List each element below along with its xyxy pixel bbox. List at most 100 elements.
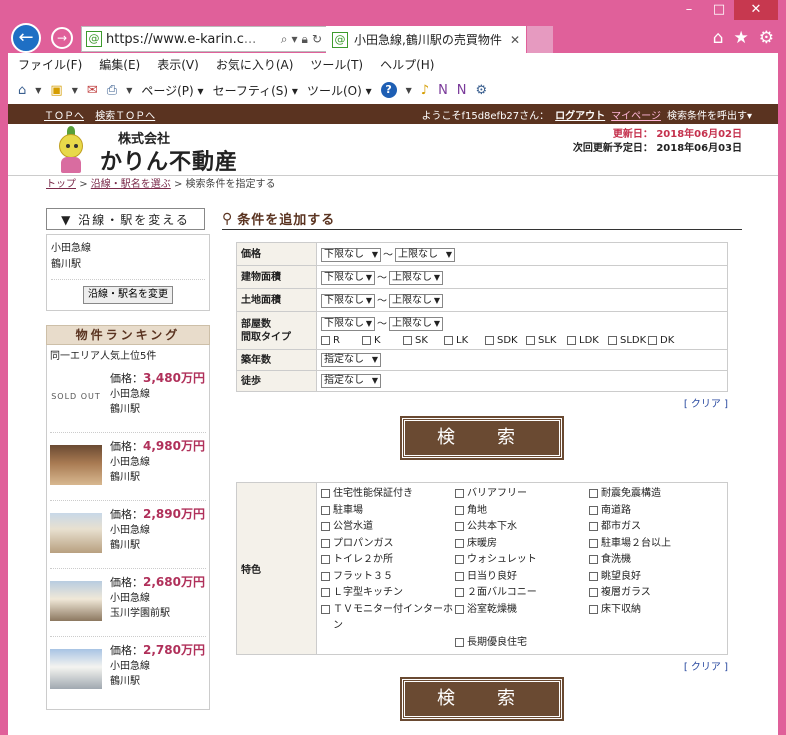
checkbox[interactable] <box>455 604 464 614</box>
menu-view[interactable]: 表示(V) <box>157 56 199 73</box>
dropdown-icon[interactable]: ▾ <box>292 32 298 46</box>
checkbox[interactable] <box>589 555 598 564</box>
property-price[interactable]: 2,890万円 <box>143 507 205 521</box>
checkbox[interactable] <box>321 336 330 345</box>
price-min-select[interactable]: 下限なし ▼ <box>321 248 381 262</box>
checkbox[interactable] <box>321 555 330 564</box>
layout-sldk[interactable]: SLDK <box>608 335 648 346</box>
property-thumbnail[interactable] <box>50 445 102 485</box>
ranking-item[interactable]: 価格：4,980万円 小田急線 鶴川駅 <box>50 433 206 501</box>
property-thumbnail[interactable] <box>50 581 102 621</box>
feature-option[interactable]: フラット３５ <box>321 569 455 586</box>
layout-r[interactable]: R <box>321 335 362 346</box>
company-name[interactable]: かりん不動産 <box>100 144 238 176</box>
refresh-icon[interactable]: ↻ <box>312 32 322 46</box>
checkbox[interactable] <box>321 604 330 614</box>
layout-lk[interactable]: LK <box>444 335 485 346</box>
feature-option[interactable]: 角地 <box>455 503 589 520</box>
layout-sdk[interactable]: SDK <box>485 335 526 346</box>
checkbox[interactable] <box>455 489 464 498</box>
close-window-button[interactable]: ✕ <box>734 0 778 20</box>
ranking-item[interactable]: 価格：2,780万円 小田急線 鶴川駅 <box>50 637 206 705</box>
close-tab-icon[interactable]: ✕ <box>510 33 520 47</box>
menu-tools[interactable]: ツール(T) <box>310 56 363 73</box>
ranking-item[interactable]: 価格：2,680万円 小田急線 玉川学園前駅 <box>50 569 206 637</box>
checkbox[interactable] <box>455 505 464 515</box>
age-select[interactable]: 指定なし ▼ <box>321 353 381 367</box>
checkbox[interactable] <box>455 637 464 647</box>
checkbox[interactable] <box>403 336 412 345</box>
rooms-min-select[interactable]: 下限なし ▼ <box>321 317 375 331</box>
print-icon[interactable]: ⎙ <box>107 83 117 98</box>
layout-dk[interactable]: DK <box>648 335 689 346</box>
feature-option[interactable]: 公営水道 <box>321 519 455 536</box>
mypage-link[interactable]: マイページ <box>611 107 661 122</box>
checkbox[interactable] <box>648 336 657 345</box>
checkbox[interactable] <box>589 604 598 614</box>
checkbox[interactable] <box>567 336 576 345</box>
walk-select[interactable]: 指定なし ▼ <box>321 374 381 388</box>
checkbox[interactable] <box>455 588 464 597</box>
menu-file[interactable]: ファイル(F) <box>18 56 82 73</box>
feature-option[interactable]: 眺望良好 <box>589 569 723 586</box>
menu-favorites[interactable]: お気に入り(A) <box>216 56 294 73</box>
property-thumbnail[interactable]: SOLD OUT <box>50 377 102 417</box>
feature-option[interactable]: 長期優良住宅 <box>455 635 589 652</box>
mascot-logo-icon[interactable] <box>52 126 90 174</box>
checkbox[interactable] <box>589 588 598 597</box>
safety-menu[interactable]: セーフティ(S) ▾ <box>213 82 298 99</box>
feature-option[interactable]: ＴＶモニター付インターホン <box>321 602 455 635</box>
checkbox[interactable] <box>589 538 598 548</box>
building-area-min-select[interactable]: 下限なし ▼ <box>321 271 375 285</box>
checkbox[interactable] <box>485 336 494 345</box>
help-icon[interactable]: ? <box>380 82 397 98</box>
checkbox[interactable] <box>455 538 464 548</box>
chevron-down-icon[interactable]: ▼ <box>72 86 78 95</box>
feature-option[interactable]: ウォシュレット <box>455 552 589 569</box>
land-area-max-select[interactable]: 上限なし ▼ <box>389 294 443 308</box>
feature-option[interactable]: 床暖房 <box>455 536 589 553</box>
feature-option[interactable]: 駐車場２台以上 <box>589 536 723 553</box>
feature-option[interactable]: 日当り良好 <box>455 569 589 586</box>
feature-option[interactable]: ２面バルコニー <box>455 585 589 602</box>
property-price[interactable]: 3,480万円 <box>143 371 205 385</box>
home-icon[interactable]: ⌂ <box>18 83 26 98</box>
clear-conditions-link[interactable]: [ クリア ] <box>222 395 728 410</box>
land-area-min-select[interactable]: 下限なし ▼ <box>321 294 375 308</box>
mail-icon[interactable]: ✉ <box>87 83 98 98</box>
feature-option[interactable]: 床下収納 <box>589 602 723 635</box>
music-note-icon[interactable]: ♪ <box>421 83 429 98</box>
checkbox[interactable] <box>608 336 617 345</box>
feature-option[interactable]: 南道路 <box>589 503 723 520</box>
property-thumbnail[interactable] <box>50 513 102 553</box>
rss-feed-icon[interactable]: ▣ <box>50 83 62 98</box>
onenote-icon[interactable]: N <box>438 83 448 98</box>
change-line-button[interactable]: 沿線・駅名を変更 <box>83 286 173 304</box>
search-icon[interactable]: ⌕ <box>281 32 288 47</box>
feature-option[interactable]: 食洗機 <box>589 552 723 569</box>
page-menu[interactable]: ページ(P) ▾ <box>141 82 203 99</box>
checkbox[interactable] <box>321 505 330 515</box>
address-bar[interactable]: @ https://www.e-karin.c... ⌕ ▾ 🔒︎ ↻ <box>81 26 327 52</box>
minimize-button[interactable]: – <box>674 0 704 20</box>
gear-icon[interactable]: ⚙ <box>759 28 774 48</box>
feature-option[interactable]: 駐車場 <box>321 503 455 520</box>
menu-help[interactable]: ヘルプ(H) <box>380 56 434 73</box>
rooms-max-select[interactable]: 上限なし ▼ <box>389 317 443 331</box>
search-button-bottom[interactable]: 検 索 <box>400 677 564 721</box>
browser-tab-active[interactable]: @ 小田急線,鶴川駅の売買物件 ✕ <box>326 26 526 53</box>
breadcrumb-home[interactable]: トップ <box>46 179 76 190</box>
logout-link[interactable]: ログアウト <box>555 107 605 122</box>
search-button[interactable]: 検 索 <box>400 416 564 460</box>
feature-option[interactable]: 住宅性能保証付き <box>321 486 455 503</box>
layout-ldk[interactable]: LDK <box>567 335 608 346</box>
saved-search-link[interactable]: 検索条件を呼出す▾ <box>667 107 752 122</box>
property-thumbnail[interactable] <box>50 649 102 689</box>
back-arrow-icon[interactable]: ← <box>11 23 41 53</box>
forward-arrow-icon[interactable]: → <box>51 27 73 49</box>
property-price[interactable]: 2,780万円 <box>143 643 205 657</box>
layout-k[interactable]: K <box>362 335 403 346</box>
layout-sk[interactable]: SK <box>403 335 444 346</box>
building-area-max-select[interactable]: 上限なし ▼ <box>389 271 443 285</box>
home-icon[interactable]: ⌂ <box>713 28 724 48</box>
